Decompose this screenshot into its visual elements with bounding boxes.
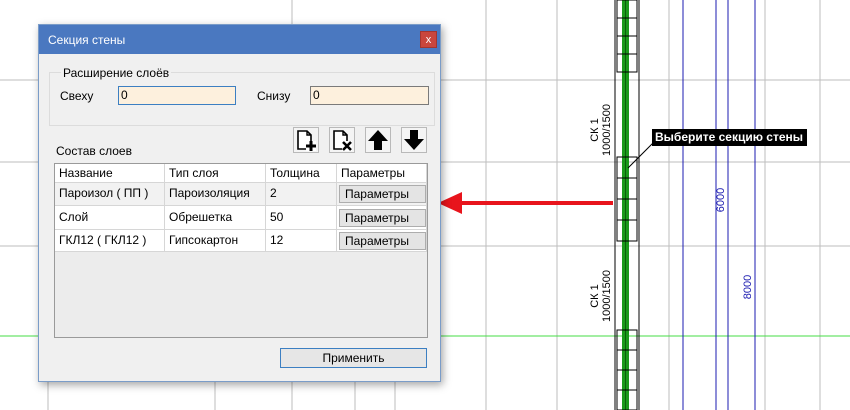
column-header-type[interactable]: Тип слоя <box>165 164 266 183</box>
svg-text:6000: 6000 <box>715 188 727 212</box>
table-row-2-thickness[interactable]: 50 <box>266 206 337 230</box>
table-row-1-name[interactable]: Пароизол ( ПП ) <box>55 183 165 206</box>
dimension-8000: 8000 <box>742 275 754 299</box>
top-extension-input[interactable]: 0 <box>118 86 236 105</box>
svg-text:СК 1: СК 1 <box>589 284 601 308</box>
bottom-label: Снизу <box>257 89 291 103</box>
dialog-titlebar[interactable]: Секция стены x <box>39 25 440 54</box>
column-header-thickness[interactable]: Толщина <box>266 164 337 183</box>
red-pointer-arrow <box>438 192 613 214</box>
column-header-params[interactable]: Параметры <box>337 164 427 183</box>
arrow-down-icon <box>404 130 424 150</box>
table-row-1-type[interactable]: Пароизоляция <box>165 183 266 206</box>
wall[interactable] <box>614 0 640 410</box>
layers-label: Состав слоев <box>56 144 132 158</box>
close-button[interactable]: x <box>420 31 437 48</box>
table-row-2-type[interactable]: Обрешетка <box>165 206 266 230</box>
table-row-3-params-button[interactable]: Параметры <box>339 232 426 250</box>
column-header-name[interactable]: Название <box>55 164 165 183</box>
svg-text:СК 1: СК 1 <box>589 118 601 142</box>
table-row-3-type[interactable]: Гипсокартон <box>165 230 266 252</box>
wall-label-upper: СК 1 1000/1500 <box>589 104 613 156</box>
top-label: Свеху <box>60 89 94 103</box>
wall-section-dialog: Секция стены x Расширение слоёв Свеху 0 … <box>38 24 441 382</box>
bottom-extension-input[interactable]: 0 <box>310 86 429 105</box>
extension-group-legend: Расширение слоёв <box>61 66 172 80</box>
table-row-2-name[interactable]: Слой <box>55 206 165 230</box>
dimension-6000: 6000 <box>715 188 727 212</box>
add-layer-button[interactable] <box>293 127 319 153</box>
dialog-title: Секция стены <box>48 33 126 47</box>
table-row-1-thickness[interactable]: 2 <box>266 183 337 206</box>
table-row-3-thickness[interactable]: 12 <box>266 230 337 252</box>
svg-text:1000/1500: 1000/1500 <box>601 104 613 156</box>
hint-tooltip: Выберите секцию стены <box>652 129 808 146</box>
add-layer-icon <box>297 130 316 151</box>
table-row-2-params-button[interactable]: Параметры <box>339 209 426 227</box>
move-down-button[interactable] <box>401 127 427 153</box>
arrow-up-icon <box>368 130 388 150</box>
svg-text:1000/1500: 1000/1500 <box>601 270 613 322</box>
delete-layer-icon <box>333 130 352 151</box>
layers-table[interactable]: Название Тип слоя Толщина Параметры Паро… <box>54 163 428 338</box>
delete-layer-button[interactable] <box>329 127 355 153</box>
table-row-3-name[interactable]: ГКЛ12 ( ГКЛ12 ) <box>55 230 165 252</box>
move-up-button[interactable] <box>365 127 391 153</box>
wall-label-lower: СК 1 1000/1500 <box>589 270 613 322</box>
table-row-1-params-button[interactable]: Параметры <box>339 185 426 203</box>
svg-text:8000: 8000 <box>742 275 754 299</box>
apply-button[interactable]: Применить <box>280 348 427 368</box>
